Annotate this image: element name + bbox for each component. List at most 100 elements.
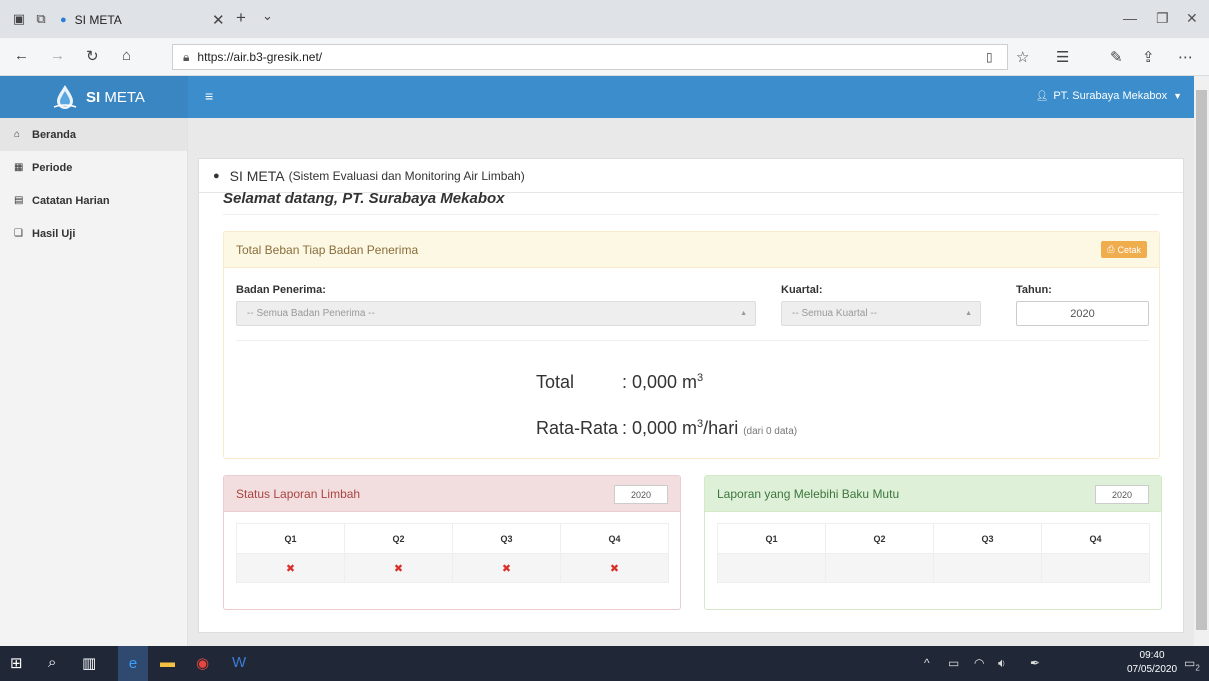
- home-browser-icon[interactable]: ⌂: [122, 47, 131, 64]
- share-icon[interactable]: ⇪: [1142, 48, 1155, 66]
- search-icon[interactable]: ⌕: [48, 654, 56, 671]
- divider: [236, 340, 1149, 341]
- favorite-star-icon[interactable]: ☆: [1016, 48, 1029, 66]
- chrome-icon[interactable]: ◉: [196, 654, 209, 672]
- user-name: PT. Surabaya Mekabox: [1053, 90, 1168, 102]
- status-table: Q1 Q2 Q3 Q4 ✖ ✖ ✖ ✖: [236, 523, 669, 583]
- total-beban-header: Total Beban Tiap Badan Penerima ⎙ Cetak: [224, 232, 1159, 268]
- menu-toggle-icon[interactable]: ≡: [205, 88, 213, 104]
- edge-browser-icon[interactable]: e: [118, 646, 148, 681]
- minimize-icon[interactable]: —: [1123, 10, 1137, 26]
- home-icon: ⌂: [14, 129, 21, 140]
- tab-list-chevron-icon[interactable]: ⌄: [262, 8, 273, 24]
- column-header: Q2: [344, 523, 453, 554]
- table-row: ✖ ✖ ✖ ✖: [236, 553, 669, 583]
- sidebar-item-periode[interactable]: ▦ Periode: [0, 151, 187, 184]
- close-window-icon[interactable]: ✕: [1186, 10, 1198, 27]
- main-panel: ● SI META (Sistem Evaluasi dan Monitorin…: [198, 158, 1184, 633]
- total-beban-panel: Total Beban Tiap Badan Penerima ⎙ Cetak …: [223, 231, 1160, 459]
- task-view-icon[interactable]: ▥: [82, 654, 96, 672]
- wifi-icon[interactable]: ◠: [974, 656, 984, 670]
- total-value: : 0,000 m3: [622, 372, 704, 392]
- pen-icon[interactable]: ✒: [1030, 656, 1040, 670]
- url-text: https://air.b3-gresik.net/: [197, 50, 323, 64]
- caret-down-icon: ▼: [1173, 91, 1182, 101]
- status-year-input[interactable]: 2020: [614, 485, 668, 504]
- badan-penerima-label: Badan Penerima:: [236, 284, 326, 296]
- rata-rata-label: Rata-Rata: [536, 418, 619, 438]
- lock-icon: 🔒︎: [183, 49, 190, 64]
- windows-taskbar: ⊞ ⌕ ▥ e ▬ ◉ W ^ ▭ ◠ 🔉︎ ✒ 09:40 07/05/202…: [0, 646, 1209, 681]
- column-header: Q4: [1041, 523, 1150, 554]
- select-arrow-icon: ▲: [965, 310, 972, 317]
- status-cross-icon: ✖: [344, 553, 453, 583]
- refresh-icon[interactable]: ↻: [86, 47, 99, 65]
- kuartal-label: Kuartal:: [781, 284, 823, 296]
- address-bar-row: ← → ↻ ⌂ 🔒︎ https://air.b3-gresik.net/ ▯ …: [0, 38, 1209, 76]
- user-menu[interactable]: 👤︎ PT. Surabaya Mekabox ▼: [1036, 90, 1182, 102]
- welcome-text: Selamat datang, PT. Surabaya Mekabox: [223, 190, 505, 207]
- column-header: Q3: [452, 523, 561, 554]
- sidebar-item-hasil-uji[interactable]: ❏ Hasil Uji: [0, 217, 187, 250]
- browser-tab[interactable]: ● SI META ✕: [50, 2, 228, 38]
- restore-icon[interactable]: ❐: [1156, 10, 1169, 27]
- scrollbar-thumb[interactable]: [1196, 90, 1207, 630]
- status-laporan-header: Status Laporan Limbah 2020: [224, 476, 680, 512]
- status-cross-icon: ✖: [452, 553, 561, 583]
- close-tab-icon[interactable]: ✕: [212, 11, 225, 29]
- table-cell: [933, 553, 1042, 583]
- tray-chevron-icon[interactable]: ^: [924, 656, 930, 670]
- table-cell: [717, 553, 826, 583]
- select-arrow-icon: ▲: [740, 310, 747, 317]
- column-header: Q3: [933, 523, 1042, 554]
- copy-icon: ❏: [14, 228, 23, 239]
- print-button[interactable]: ⎙ Cetak: [1101, 241, 1147, 258]
- forward-icon[interactable]: →: [50, 47, 65, 64]
- column-header: Q4: [560, 523, 669, 554]
- content-area: ● SI META (Sistem Evaluasi dan Monitorin…: [188, 118, 1194, 646]
- kuartal-select[interactable]: -- Semua Kuartal -- ▲: [781, 301, 981, 326]
- favorites-hub-icon[interactable]: ☰: [1056, 48, 1069, 66]
- rata-rata-note: (dari 0 data): [743, 426, 798, 437]
- table-cell: [1041, 553, 1150, 583]
- baku-year-input[interactable]: 2020: [1095, 485, 1149, 504]
- clock[interactable]: 09:40 07/05/2020: [1127, 649, 1177, 677]
- back-icon[interactable]: ←: [14, 47, 29, 64]
- baku-mutu-panel: Laporan yang Melebihi Baku Mutu 2020 Q1 …: [704, 475, 1162, 610]
- page-scrollbar[interactable]: [1194, 76, 1209, 646]
- sidebar-item-catatan-harian[interactable]: ▤ Catatan Harian: [0, 184, 187, 217]
- column-header: Q2: [825, 523, 934, 554]
- tab-title: SI META: [74, 13, 122, 27]
- tahun-input[interactable]: 2020: [1016, 301, 1149, 326]
- file-explorer-icon[interactable]: ▬: [160, 654, 175, 671]
- table-cell: [825, 553, 934, 583]
- tab-favicon-icon: ●: [60, 14, 67, 26]
- reading-view-icon[interactable]: ▯: [986, 50, 993, 64]
- url-field[interactable]: 🔒︎ https://air.b3-gresik.net/: [172, 44, 1008, 70]
- badan-penerima-select[interactable]: -- Semua Badan Penerima -- ▲: [236, 301, 756, 326]
- divider: [223, 214, 1159, 215]
- more-icon[interactable]: ⋯: [1178, 48, 1193, 66]
- sidebar-item-beranda[interactable]: ⌂ Beranda: [0, 118, 187, 151]
- browser-tab-bar: ▣ ⧉ ● SI META ✕ + ⌄ — ❐ ✕: [0, 0, 1209, 38]
- column-header: Q1: [717, 523, 826, 554]
- brand[interactable]: SI META: [0, 76, 188, 118]
- web-note-icon[interactable]: ✎: [1110, 48, 1123, 66]
- screen: ▣ ⧉ ● SI META ✕ + ⌄ — ❐ ✕ ← → ↻ ⌂ 🔒︎ htt…: [0, 0, 1209, 681]
- set-aside-tabs-icon[interactable]: ⧉: [30, 8, 52, 30]
- total-row: Total : 0,000 m3: [536, 372, 703, 393]
- volume-icon[interactable]: 🔉︎: [998, 656, 1006, 671]
- status-cross-icon: ✖: [560, 553, 669, 583]
- page-subtitle: (Sistem Evaluasi dan Monitoring Air Limb…: [288, 168, 525, 183]
- notification-icon[interactable]: ▭2: [1184, 656, 1200, 672]
- status-laporan-panel: Status Laporan Limbah 2020 Q1 Q2 Q3 Q4 ✖…: [223, 475, 681, 610]
- brand-text: SI META: [86, 88, 145, 106]
- baku-table: Q1 Q2 Q3 Q4: [717, 523, 1150, 583]
- windows-start-icon[interactable]: ⊞: [10, 654, 23, 672]
- word-icon[interactable]: W: [232, 654, 246, 671]
- battery-icon[interactable]: ▭: [948, 656, 959, 670]
- app-header: SI META ≡ 👤︎ PT. Surabaya Mekabox ▼: [0, 76, 1194, 118]
- main-panel-header: ● SI META (Sistem Evaluasi dan Monitorin…: [199, 159, 1183, 193]
- tab-actions-icon[interactable]: ▣: [8, 8, 30, 30]
- new-tab-button[interactable]: +: [236, 8, 246, 28]
